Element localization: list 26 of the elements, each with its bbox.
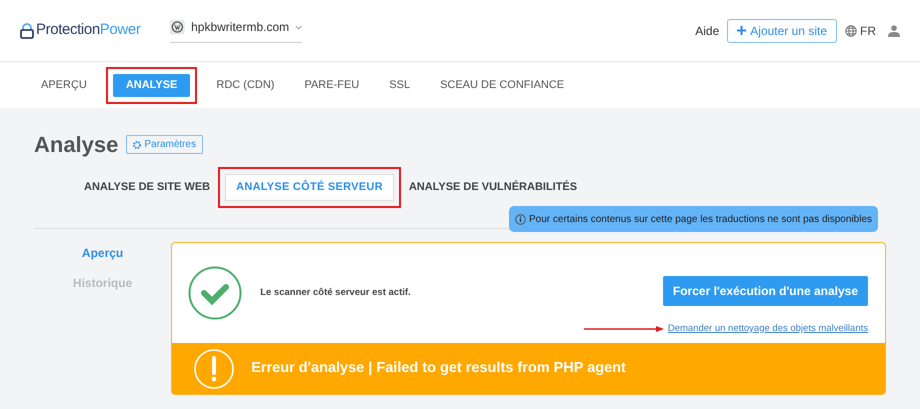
wordpress-icon [170,19,186,35]
nav-tab[interactable]: RDC (CDN) [205,72,286,98]
globe-icon [845,24,857,36]
language-selector[interactable]: FR [845,22,876,40]
padlock-icon [20,22,34,38]
status-text: Le scanner côté serveur est actif. [260,286,411,300]
page-title: Analyse [34,131,118,159]
user-icon[interactable] [888,24,900,36]
info-icon [515,214,526,224]
plus-icon [737,26,746,35]
exclamation-circle-icon [194,348,234,388]
cleanup-link[interactable]: Demander un nettoyage des objets malveillants [668,322,868,336]
chevron-down-icon [295,24,302,30]
gear-icon [133,140,142,148]
nav-tab[interactable]: PARE-FEU [293,72,370,98]
check-circle-icon [188,266,242,320]
site-selector[interactable]: hpkbwritermb.com [170,18,302,43]
nav-tab[interactable]: SCEAU DE CONFIANCE [429,72,576,98]
logo: ProtectionPower [20,19,140,42]
nav-tab[interactable]: APERÇU [30,72,98,98]
help-link[interactable]: Aide [695,22,720,40]
notice-text: Pour certains contenus sur cette page les traductions ne sont pas disponibles [529,212,872,226]
sub-tab[interactable]: ANALYSE DE VULNÉRABILITÉS [404,172,582,203]
nav-tab[interactable]: SSL [378,72,422,98]
error-text: Erreur d'analyse | Failed to get results from PHP agent [251,358,626,378]
sub-tab[interactable]: ANALYSE DE SITE WEB [80,172,214,203]
